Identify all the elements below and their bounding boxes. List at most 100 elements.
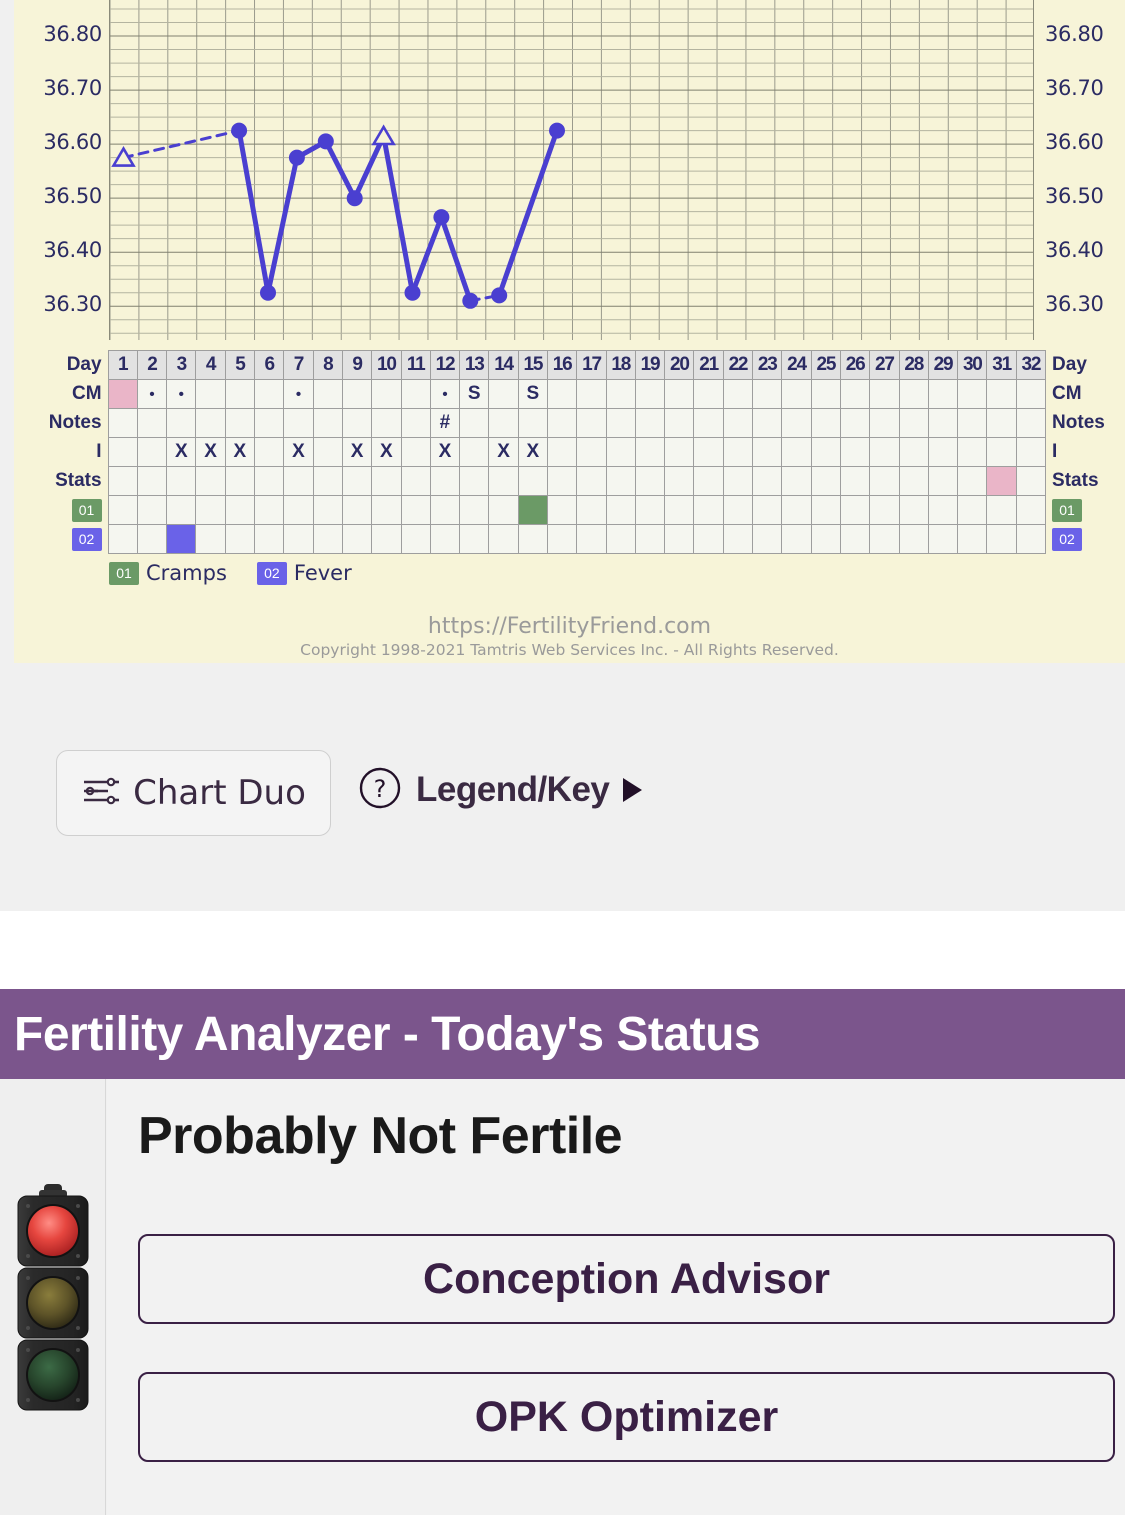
intercourse-cell-day-3[interactable]: X (166, 437, 197, 467)
notes-cell-day-6[interactable] (254, 408, 285, 438)
day-header-24[interactable]: 24 (781, 350, 812, 380)
cm-cell-day-14[interactable] (488, 379, 519, 409)
day-header-23[interactable]: 23 (752, 350, 783, 380)
cm-cell-day-8[interactable] (312, 379, 343, 409)
cm-cell-day-28[interactable] (898, 379, 929, 409)
notes-cell-day-32[interactable] (1015, 408, 1047, 438)
cm-cell-day-9[interactable] (341, 379, 373, 409)
intercourse-cell-day-21[interactable] (693, 437, 724, 467)
symptom-02-cell-day-26[interactable] (839, 524, 871, 554)
notes-cell-day-29[interactable] (927, 408, 959, 438)
symptom-02-cell-day-4[interactable] (195, 524, 226, 554)
intercourse-cell-day-25[interactable] (810, 437, 841, 467)
symptom-01-cell-day-8[interactable] (312, 495, 343, 525)
notes-cell-day-20[interactable] (664, 408, 695, 438)
symptom-02-cell-day-8[interactable] (312, 524, 343, 554)
symptom-02-cell-day-11[interactable] (400, 524, 431, 554)
intercourse-cell-day-13[interactable] (459, 437, 490, 467)
day-header-10[interactable]: 10 (371, 350, 402, 380)
cm-cell-day-27[interactable] (869, 379, 900, 409)
notes-cell-day-27[interactable] (869, 408, 900, 438)
intercourse-cell-day-32[interactable] (1015, 437, 1047, 467)
intercourse-cell-day-22[interactable] (722, 437, 754, 467)
stats-cell-day-14[interactable] (488, 466, 519, 496)
notes-cell-day-31[interactable] (986, 408, 1017, 438)
stats-cell-day-5[interactable] (224, 466, 256, 496)
cm-cell-day-1[interactable] (107, 379, 138, 409)
symptom-01-cell-day-12[interactable] (429, 495, 461, 525)
stats-cell-day-9[interactable] (341, 466, 373, 496)
cm-cell-day-15[interactable]: S (517, 379, 549, 409)
day-header-20[interactable]: 20 (664, 350, 695, 380)
cm-cell-day-30[interactable] (957, 379, 988, 409)
stats-cell-day-12[interactable] (429, 466, 461, 496)
symptom-02-cell-day-17[interactable] (576, 524, 607, 554)
intercourse-cell-day-9[interactable]: X (341, 437, 373, 467)
notes-cell-day-28[interactable] (898, 408, 929, 438)
symptom-01-cell-day-3[interactable] (166, 495, 197, 525)
symptom-01-cell-day-30[interactable] (957, 495, 988, 525)
chart-duo-button[interactable]: Chart Duo (56, 750, 331, 836)
symptom-01-cell-day-17[interactable] (576, 495, 607, 525)
day-header-16[interactable]: 16 (546, 350, 578, 380)
intercourse-cell-day-19[interactable] (634, 437, 666, 467)
cm-cell-day-11[interactable] (400, 379, 431, 409)
symptom-02-cell-day-14[interactable] (488, 524, 519, 554)
cm-cell-day-12[interactable]: • (429, 379, 461, 409)
symptom-02-cell-day-29[interactable] (927, 524, 959, 554)
intercourse-cell-day-11[interactable] (400, 437, 431, 467)
day-header-11[interactable]: 11 (400, 350, 431, 380)
symptom-02-cell-day-13[interactable] (459, 524, 490, 554)
symptom-02-cell-day-2[interactable] (136, 524, 168, 554)
cm-cell-day-10[interactable] (371, 379, 402, 409)
stats-cell-day-23[interactable] (752, 466, 783, 496)
notes-cell-day-30[interactable] (957, 408, 988, 438)
notes-cell-day-4[interactable] (195, 408, 226, 438)
symptom-01-cell-day-32[interactable] (1015, 495, 1047, 525)
symptom-01-cell-day-2[interactable] (136, 495, 168, 525)
day-header-28[interactable]: 28 (898, 350, 929, 380)
day-header-21[interactable]: 21 (693, 350, 724, 380)
symptom-02-cell-day-16[interactable] (546, 524, 578, 554)
intercourse-cell-day-18[interactable] (605, 437, 636, 467)
intercourse-cell-day-24[interactable] (781, 437, 812, 467)
symptom-01-cell-day-16[interactable] (546, 495, 578, 525)
symptom-01-cell-day-28[interactable] (898, 495, 929, 525)
stats-cell-day-4[interactable] (195, 466, 226, 496)
symptom-02-cell-day-21[interactable] (693, 524, 724, 554)
notes-cell-day-19[interactable] (634, 408, 666, 438)
cm-cell-day-5[interactable] (224, 379, 256, 409)
symptom-01-cell-day-22[interactable] (722, 495, 754, 525)
day-header-5[interactable]: 5 (224, 350, 256, 380)
stats-cell-day-8[interactable] (312, 466, 343, 496)
symptom-02-cell-day-24[interactable] (781, 524, 812, 554)
notes-cell-day-9[interactable] (341, 408, 373, 438)
symptom-02-cell-day-3[interactable] (166, 524, 197, 554)
intercourse-cell-day-15[interactable]: X (517, 437, 549, 467)
day-header-12[interactable]: 12 (429, 350, 461, 380)
symptom-02-cell-day-32[interactable] (1015, 524, 1047, 554)
symptom-01-cell-day-29[interactable] (927, 495, 959, 525)
notes-cell-day-18[interactable] (605, 408, 636, 438)
intercourse-cell-day-16[interactable] (546, 437, 578, 467)
day-header-4[interactable]: 4 (195, 350, 226, 380)
symptom-01-cell-day-26[interactable] (839, 495, 871, 525)
stats-cell-day-16[interactable] (546, 466, 578, 496)
notes-cell-day-25[interactable] (810, 408, 841, 438)
notes-cell-day-23[interactable] (752, 408, 783, 438)
symptom-02-cell-day-25[interactable] (810, 524, 841, 554)
notes-cell-day-2[interactable] (136, 408, 168, 438)
symptom-02-cell-day-19[interactable] (634, 524, 666, 554)
stats-cell-day-32[interactable] (1015, 466, 1047, 496)
symptom-02-cell-day-31[interactable] (986, 524, 1017, 554)
day-header-30[interactable]: 30 (957, 350, 988, 380)
stats-cell-day-13[interactable] (459, 466, 490, 496)
day-header-32[interactable]: 32 (1015, 350, 1047, 380)
day-header-9[interactable]: 9 (341, 350, 373, 380)
symptom-02-cell-day-27[interactable] (869, 524, 900, 554)
symptom-01-cell-day-18[interactable] (605, 495, 636, 525)
symptom-02-cell-day-6[interactable] (254, 524, 285, 554)
intercourse-cell-day-4[interactable]: X (195, 437, 226, 467)
symptom-02-cell-day-12[interactable] (429, 524, 461, 554)
stats-cell-day-3[interactable] (166, 466, 197, 496)
